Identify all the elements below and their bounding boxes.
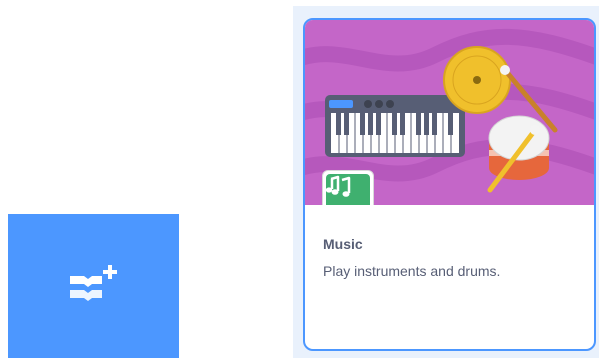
extension-badge (322, 170, 374, 205)
add-extension-button[interactable] (8, 214, 179, 358)
music-extension-card[interactable]: Music Play instruments and drums. (303, 18, 596, 351)
extension-description: Play instruments and drums. (323, 263, 501, 279)
extension-hero-image (305, 20, 594, 205)
extension-title: Music (323, 236, 363, 252)
add-extension-icon (67, 263, 121, 310)
